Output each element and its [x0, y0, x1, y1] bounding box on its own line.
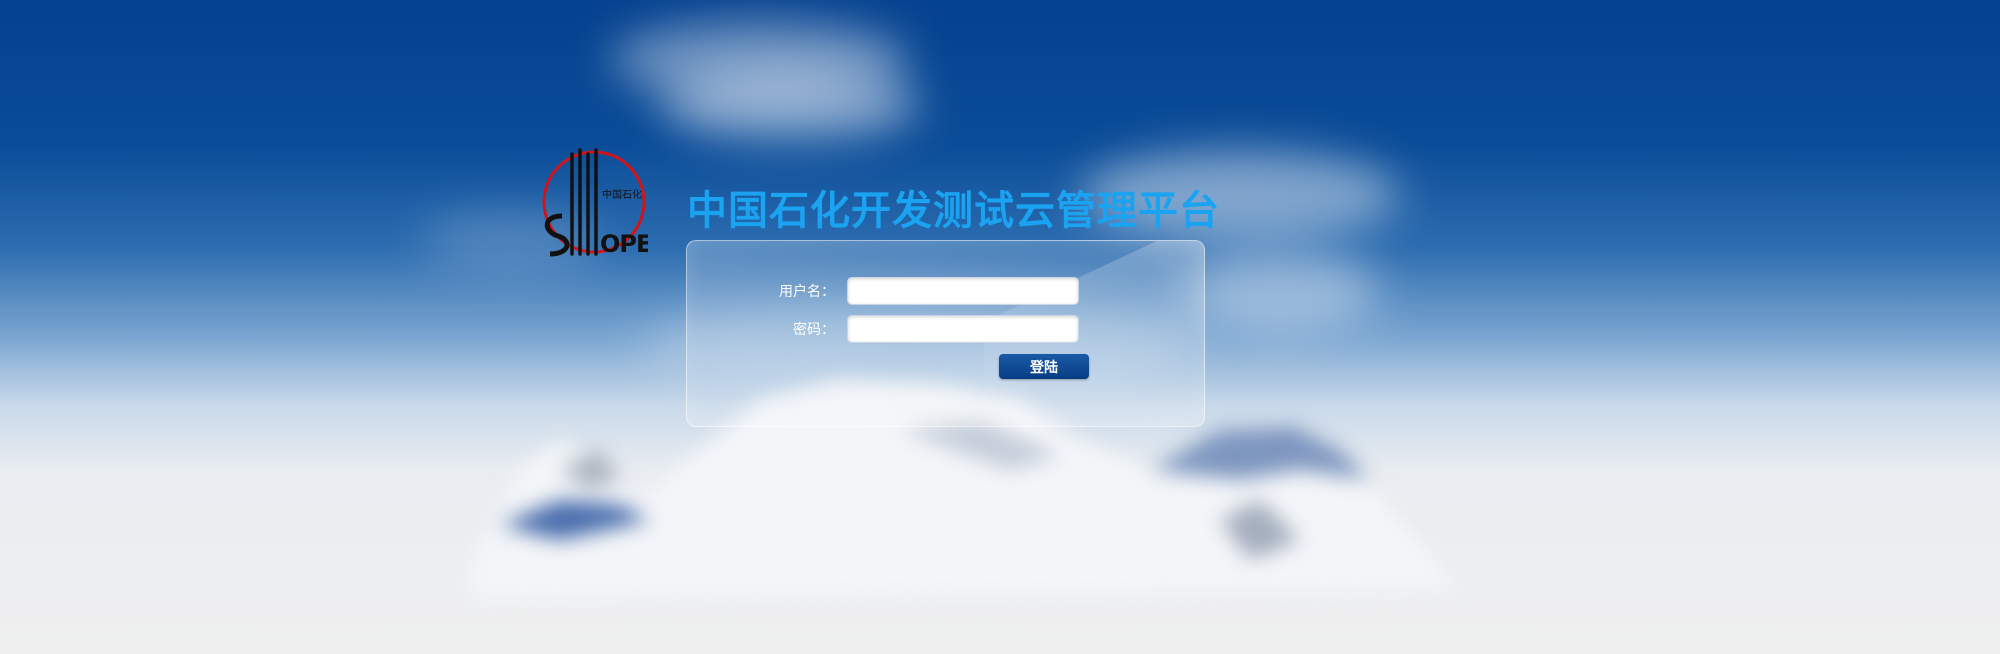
login-button[interactable]: 登陆: [999, 354, 1089, 379]
svg-text:OPEC: OPEC: [600, 230, 648, 258]
password-label: 密码：: [793, 322, 835, 338]
page-title: 中国石化开发测试云管理平台: [687, 188, 1220, 234]
login-panel: 用户名： 密码： 登陆: [686, 240, 1205, 427]
login-background: 中国石化 OPEC 中国石化开发测试云管理平台 用户名： 密码： 登陆: [0, 0, 2000, 654]
password-row: 密码：: [687, 315, 1079, 343]
username-input[interactable]: [847, 277, 1079, 305]
username-row: 用户名：: [687, 277, 1079, 305]
sinopec-logo: 中国石化 OPEC: [536, 146, 669, 264]
password-input[interactable]: [847, 315, 1079, 343]
username-label: 用户名：: [779, 284, 835, 300]
logo-emblem-text: 中国石化: [602, 188, 642, 201]
